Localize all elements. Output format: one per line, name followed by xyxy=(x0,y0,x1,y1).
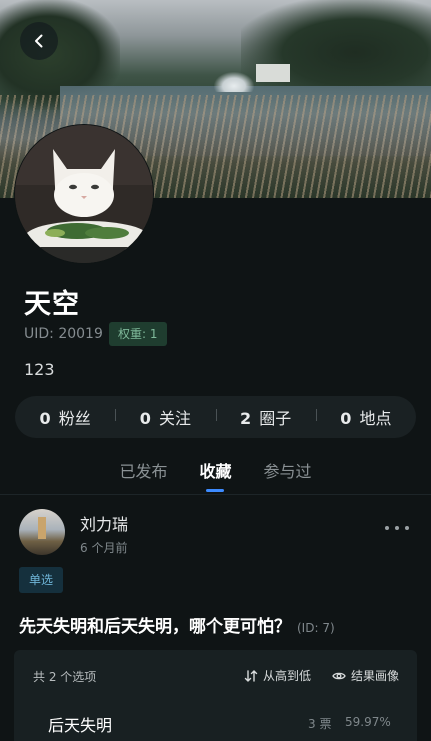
tab-published[interactable]: 已发布 xyxy=(103,458,183,494)
more-options-button[interactable] xyxy=(385,521,409,535)
cover-house xyxy=(256,64,290,82)
more-dot xyxy=(405,526,409,530)
stat-label: 圈子 xyxy=(259,409,292,428)
profile-avatar[interactable] xyxy=(15,125,153,263)
cover-fountain xyxy=(214,72,254,92)
stat-places[interactable]: 0 地点 xyxy=(315,405,416,429)
sort-button[interactable]: 从高到低 xyxy=(244,667,311,684)
author-avatar[interactable] xyxy=(19,509,65,555)
stat-count: 0 xyxy=(39,409,51,428)
poll-type-tag: 单选 xyxy=(19,567,64,593)
profile-name: 天空 xyxy=(24,289,80,320)
stat-count: 0 xyxy=(139,409,151,428)
stat-following[interactable]: 0 关注 xyxy=(115,405,215,429)
content-tabs: 已发布 收藏 参与过 xyxy=(0,458,431,494)
stat-label: 粉丝 xyxy=(58,409,91,428)
option-count: 共 2 个选项 xyxy=(33,670,97,684)
stat-count: 2 xyxy=(240,409,252,428)
more-dot xyxy=(395,526,399,530)
profile-bio: 123 xyxy=(24,360,55,379)
option-percent: 59.97% xyxy=(345,715,391,729)
profile-section: 天空 UID: 20019 权重: 1 123 0 粉丝 0 关注 2 圈子 0 地点 … xyxy=(0,198,431,741)
stat-label: 地点 xyxy=(359,409,392,428)
poll-option-row[interactable]: 后天失明 3 票 59.97% xyxy=(14,702,417,741)
avatar-tower xyxy=(38,517,46,539)
tab-favorites[interactable]: 收藏 xyxy=(183,458,247,494)
more-dot xyxy=(385,526,389,530)
post-title[interactable]: 先天失明和后天失明，哪个更可怕？ (ID: 7) xyxy=(19,612,335,637)
tab-participated[interactable]: 参与过 xyxy=(248,458,328,494)
stat-circles[interactable]: 2 圈子 xyxy=(215,405,316,429)
stats-bar: 0 粉丝 0 关注 2 圈子 0 地点 xyxy=(15,396,416,438)
post-time: 6 个月前 xyxy=(80,541,128,555)
post-author[interactable]: 刘力瑞 xyxy=(80,511,128,535)
eye-icon xyxy=(332,672,346,679)
stat-fans[interactable]: 0 粉丝 xyxy=(15,405,115,429)
profile-uid: UID: 20019 xyxy=(24,326,103,342)
weight-badge: 权重: 1 xyxy=(109,322,167,346)
option-votes: 3 票 xyxy=(308,717,332,731)
option-label: 后天失明 xyxy=(48,716,113,735)
result-portrait-button[interactable]: 结果画像 xyxy=(332,667,399,684)
post-card[interactable]: 刘力瑞 6 个月前 单选 先天失明和后天失明，哪个更可怕？ (ID: 7) 共 2… xyxy=(0,495,431,741)
portrait-label: 结果画像 xyxy=(351,669,400,683)
sort-label: 从高到低 xyxy=(263,669,312,683)
poll-options-card: 共 2 个选项 从高到低 结果画像 后天失明 3 票 59.97% xyxy=(14,650,417,741)
sort-arrows-icon xyxy=(244,669,258,682)
stat-label: 关注 xyxy=(158,409,191,428)
post-title-text: 先天失明和后天失明，哪个更可怕？ xyxy=(19,617,291,637)
back-button[interactable] xyxy=(20,22,58,60)
cat-avatar-image xyxy=(15,125,153,263)
stat-count: 0 xyxy=(340,409,352,428)
chevron-left-icon xyxy=(35,34,43,48)
post-id: (ID: 7) xyxy=(297,621,335,635)
